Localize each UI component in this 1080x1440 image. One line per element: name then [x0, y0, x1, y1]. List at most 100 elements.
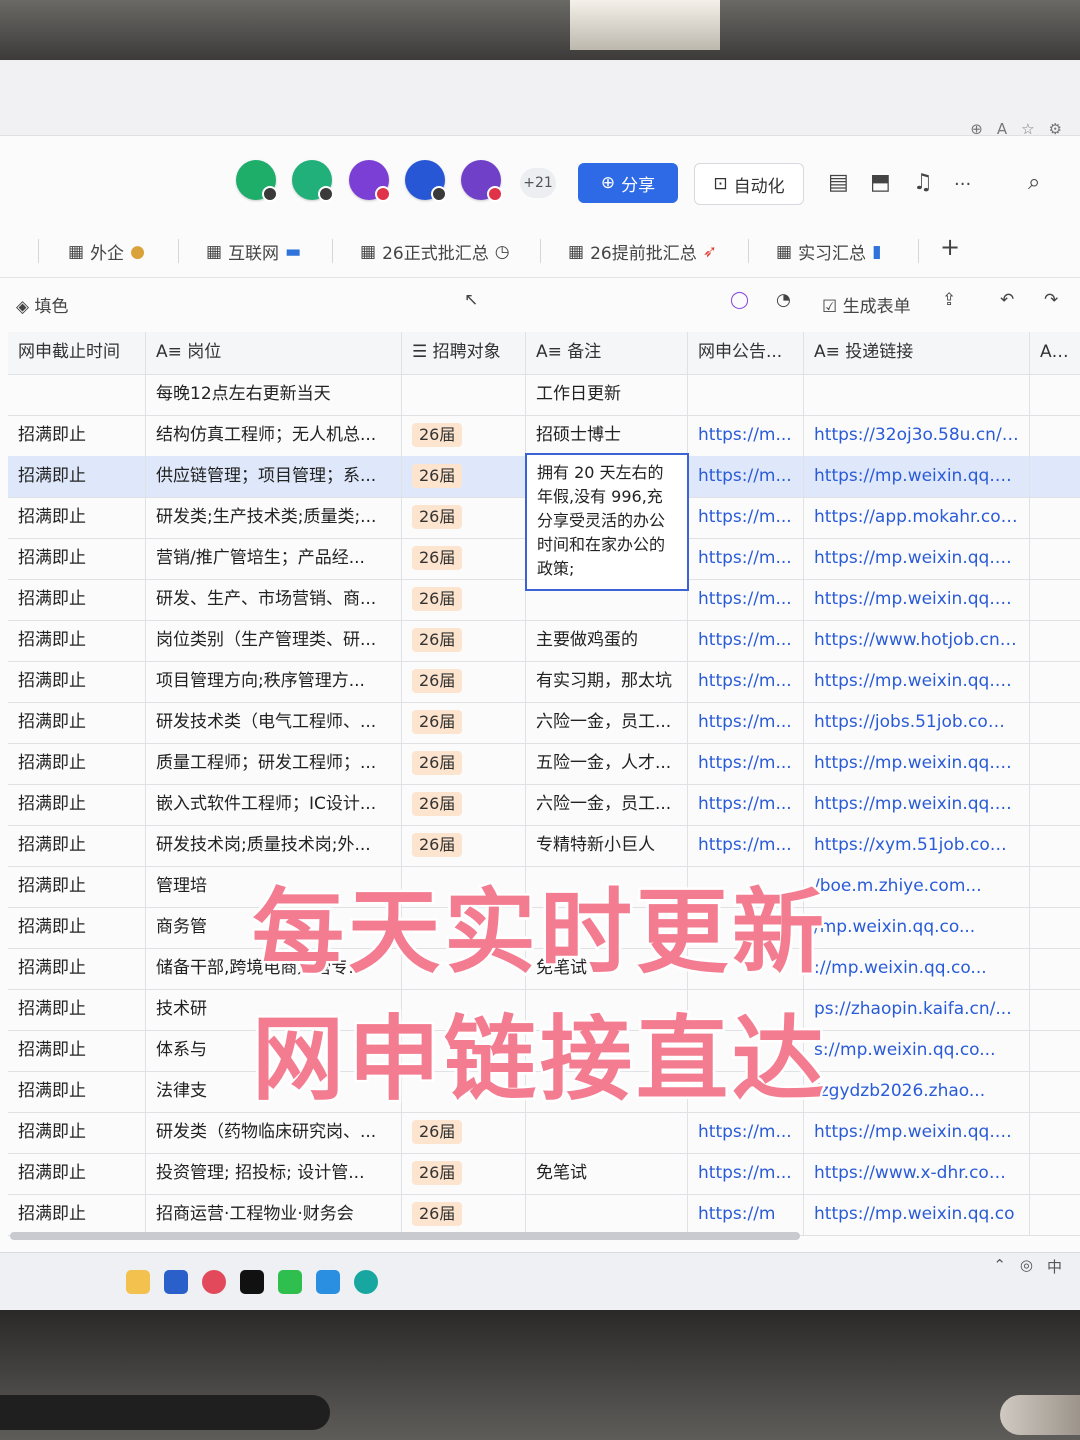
search-icon[interactable]: ⌕ — [1028, 170, 1040, 195]
cell-notice[interactable]: https://m... — [688, 497, 804, 538]
collaborator-avatar[interactable] — [292, 160, 334, 202]
table-row[interactable]: 招满即止 结构仿真工程师；无人机总... 26届 招硕士博士 https://m... h… — [8, 415, 1080, 457]
cell-target[interactable]: 26届 — [402, 415, 526, 456]
cell[interactable] — [402, 374, 526, 415]
generate-form-button[interactable]: ☑ 生成表单 — [822, 292, 911, 317]
cell-link[interactable]: https://mp.weixin.qq.co... — [804, 1112, 1030, 1153]
cell-extra[interactable] — [1030, 661, 1080, 702]
cell-deadline[interactable]: 招满即止 — [8, 1153, 146, 1194]
cell-position[interactable]: 招商运营·工程物业·财务会 — [146, 1194, 402, 1235]
music-icon[interactable] — [240, 1270, 264, 1294]
cell-notice[interactable]: https://m... — [688, 702, 804, 743]
table-row[interactable]: 招满即止 项目管理方向;秩序管理方... 26届 有实习期，那太坑 https://m.… — [8, 661, 1080, 703]
cell-note[interactable]: 五险一金，人才... — [526, 743, 688, 784]
cell-target[interactable]: 26届 — [402, 743, 526, 784]
column-header-extra[interactable]: A≡ 标 — [1030, 332, 1080, 374]
cell-target[interactable]: 26届 — [402, 456, 526, 497]
cell[interactable] — [688, 374, 804, 415]
cell-target[interactable]: 26届 — [402, 497, 526, 538]
cell-target[interactable]: 26届 — [402, 1194, 526, 1235]
cell-link[interactable]: https://mp.weixin.qq.co... — [804, 456, 1030, 497]
cell-deadline[interactable]: 招满即止 — [8, 579, 146, 620]
cell-position[interactable]: 营销/推广管培生；产品经... — [146, 538, 402, 579]
cell-link[interactable]: https://www.hotjob.cn/... — [804, 620, 1030, 661]
cell-note[interactable]: 六险一金，员工... — [526, 784, 688, 825]
app-icon[interactable] — [202, 1270, 226, 1294]
cell-deadline[interactable]: 招满即止 — [8, 415, 146, 456]
cell-extra[interactable] — [1030, 497, 1080, 538]
cell[interactable] — [1030, 374, 1080, 415]
cell-notice[interactable]: https://m... — [688, 743, 804, 784]
cell-target[interactable]: 26届 — [402, 784, 526, 825]
cell-target[interactable]: 26届 — [402, 579, 526, 620]
cell-deadline[interactable]: 招满即止 — [8, 538, 146, 579]
cell-deadline[interactable]: 招满即止 — [8, 620, 146, 661]
cell-note[interactable] — [526, 1112, 688, 1153]
collaborator-avatar[interactable] — [236, 160, 278, 202]
cell-note[interactable]: 免笔试 — [526, 1153, 688, 1194]
cell[interactable] — [804, 374, 1030, 415]
store-icon[interactable] — [164, 1270, 188, 1294]
table-row[interactable]: 招满即止 嵌入式软件工程师；IC设计... 26届 六险一金，员工... https:/… — [8, 784, 1080, 826]
table-row[interactable]: 招满即止 质量工程师；研发工程师；... 26届 五险一金，人才... https://… — [8, 743, 1080, 785]
cell-position[interactable]: 岗位类别（生产管理类、研... — [146, 620, 402, 661]
automation-button[interactable]: ⊡ 自动化 — [694, 163, 804, 205]
zoom-icon[interactable]: ⊕ — [970, 120, 983, 138]
cell-deadline[interactable]: 招满即止 — [8, 661, 146, 702]
history-icon[interactable]: ◔ — [776, 290, 791, 310]
cell-note[interactable]: 主要做鸡蛋的 — [526, 620, 688, 661]
cell-note[interactable]: 六险一金，员工... — [526, 702, 688, 743]
network-icon[interactable]: ◎ — [1020, 1256, 1033, 1277]
cell-notice[interactable]: https://m... — [688, 456, 804, 497]
cell-target[interactable]: 26届 — [402, 702, 526, 743]
more-icon[interactable]: ··· — [954, 174, 971, 195]
cell-deadline[interactable]: 招满即止 — [8, 456, 146, 497]
color-ring-icon[interactable]: ◯ — [730, 290, 749, 310]
redo-icon[interactable]: ↷ — [1044, 290, 1058, 310]
cell-target[interactable]: 26届 — [402, 1112, 526, 1153]
cell-extra[interactable] — [1030, 743, 1080, 784]
cell-link[interactable]: https://mp.weixin.qq.co... — [804, 784, 1030, 825]
cell-notice[interactable]: https://m... — [688, 784, 804, 825]
cell-extra[interactable] — [1030, 1153, 1080, 1194]
cell-target[interactable]: 26届 — [402, 661, 526, 702]
cell-deadline[interactable]: 招满即止 — [8, 1112, 146, 1153]
cell-extra[interactable] — [1030, 702, 1080, 743]
read-aloud-icon[interactable]: A — [997, 120, 1007, 138]
plugin-icon[interactable]: ⬒ — [870, 170, 891, 195]
cell-note[interactable]: 招硕士博士 — [526, 415, 688, 456]
cell-notice[interactable]: https://m... — [688, 620, 804, 661]
horizontal-scrollbar[interactable] — [10, 1232, 800, 1240]
export-icon[interactable]: ⇪ — [942, 290, 956, 310]
cell-notice[interactable]: https://m... — [688, 1112, 804, 1153]
column-header-notice[interactable]: 网申公告... — [688, 332, 804, 374]
cell-link[interactable]: https://jobs.51job.com/n... — [804, 702, 1030, 743]
cell-deadline[interactable]: 招满即止 — [8, 743, 146, 784]
cell-position[interactable]: 投资管理; 招投标; 设计管... — [146, 1153, 402, 1194]
cell-extra[interactable] — [1030, 456, 1080, 497]
column-header-note[interactable]: A≡ 备注 — [526, 332, 688, 374]
cell-extra[interactable] — [1030, 538, 1080, 579]
table-row[interactable]: 招满即止 研发类（药物临床研究岗、... 26届 https://m... https:… — [8, 1112, 1080, 1154]
cell-extra[interactable] — [1030, 784, 1080, 825]
favorite-star-icon[interactable]: ☆ — [1021, 120, 1034, 138]
tab-internet[interactable]: ▦ 互联网 ▬ — [206, 239, 301, 265]
cell-position[interactable]: 嵌入式软件工程师；IC设计... — [146, 784, 402, 825]
cell-deadline[interactable]: 招满即止 — [8, 784, 146, 825]
table-row[interactable]: 招满即止 投资管理; 招投标; 设计管... 26届 免笔试 https://m... h… — [8, 1153, 1080, 1195]
column-header-target[interactable]: ☰ 招聘对象 — [402, 332, 526, 374]
cell-notice[interactable]: https://m... — [688, 415, 804, 456]
wechat-icon[interactable] — [278, 1270, 302, 1294]
bird-icon[interactable] — [316, 1270, 340, 1294]
cell-target[interactable]: 26届 — [402, 538, 526, 579]
cell-link[interactable]: https://app.mokahr.com/... — [804, 497, 1030, 538]
chevron-up-icon[interactable]: ⌃ — [993, 1256, 1006, 1277]
cell-link[interactable]: https://www.x-dhr.com/... — [804, 1153, 1030, 1194]
cell-notice[interactable]: https://m... — [688, 538, 804, 579]
cell-note[interactable]: 工作日更新 — [526, 374, 688, 415]
cell-target[interactable]: 26届 — [402, 1153, 526, 1194]
cell-notice[interactable]: https://m... — [688, 579, 804, 620]
cell-deadline[interactable]: 招满即止 — [8, 1194, 146, 1235]
cell-position[interactable]: 研发类;生产技术类;质量类;... — [146, 497, 402, 538]
cell-position[interactable]: 研发技术类（电气工程师、... — [146, 702, 402, 743]
